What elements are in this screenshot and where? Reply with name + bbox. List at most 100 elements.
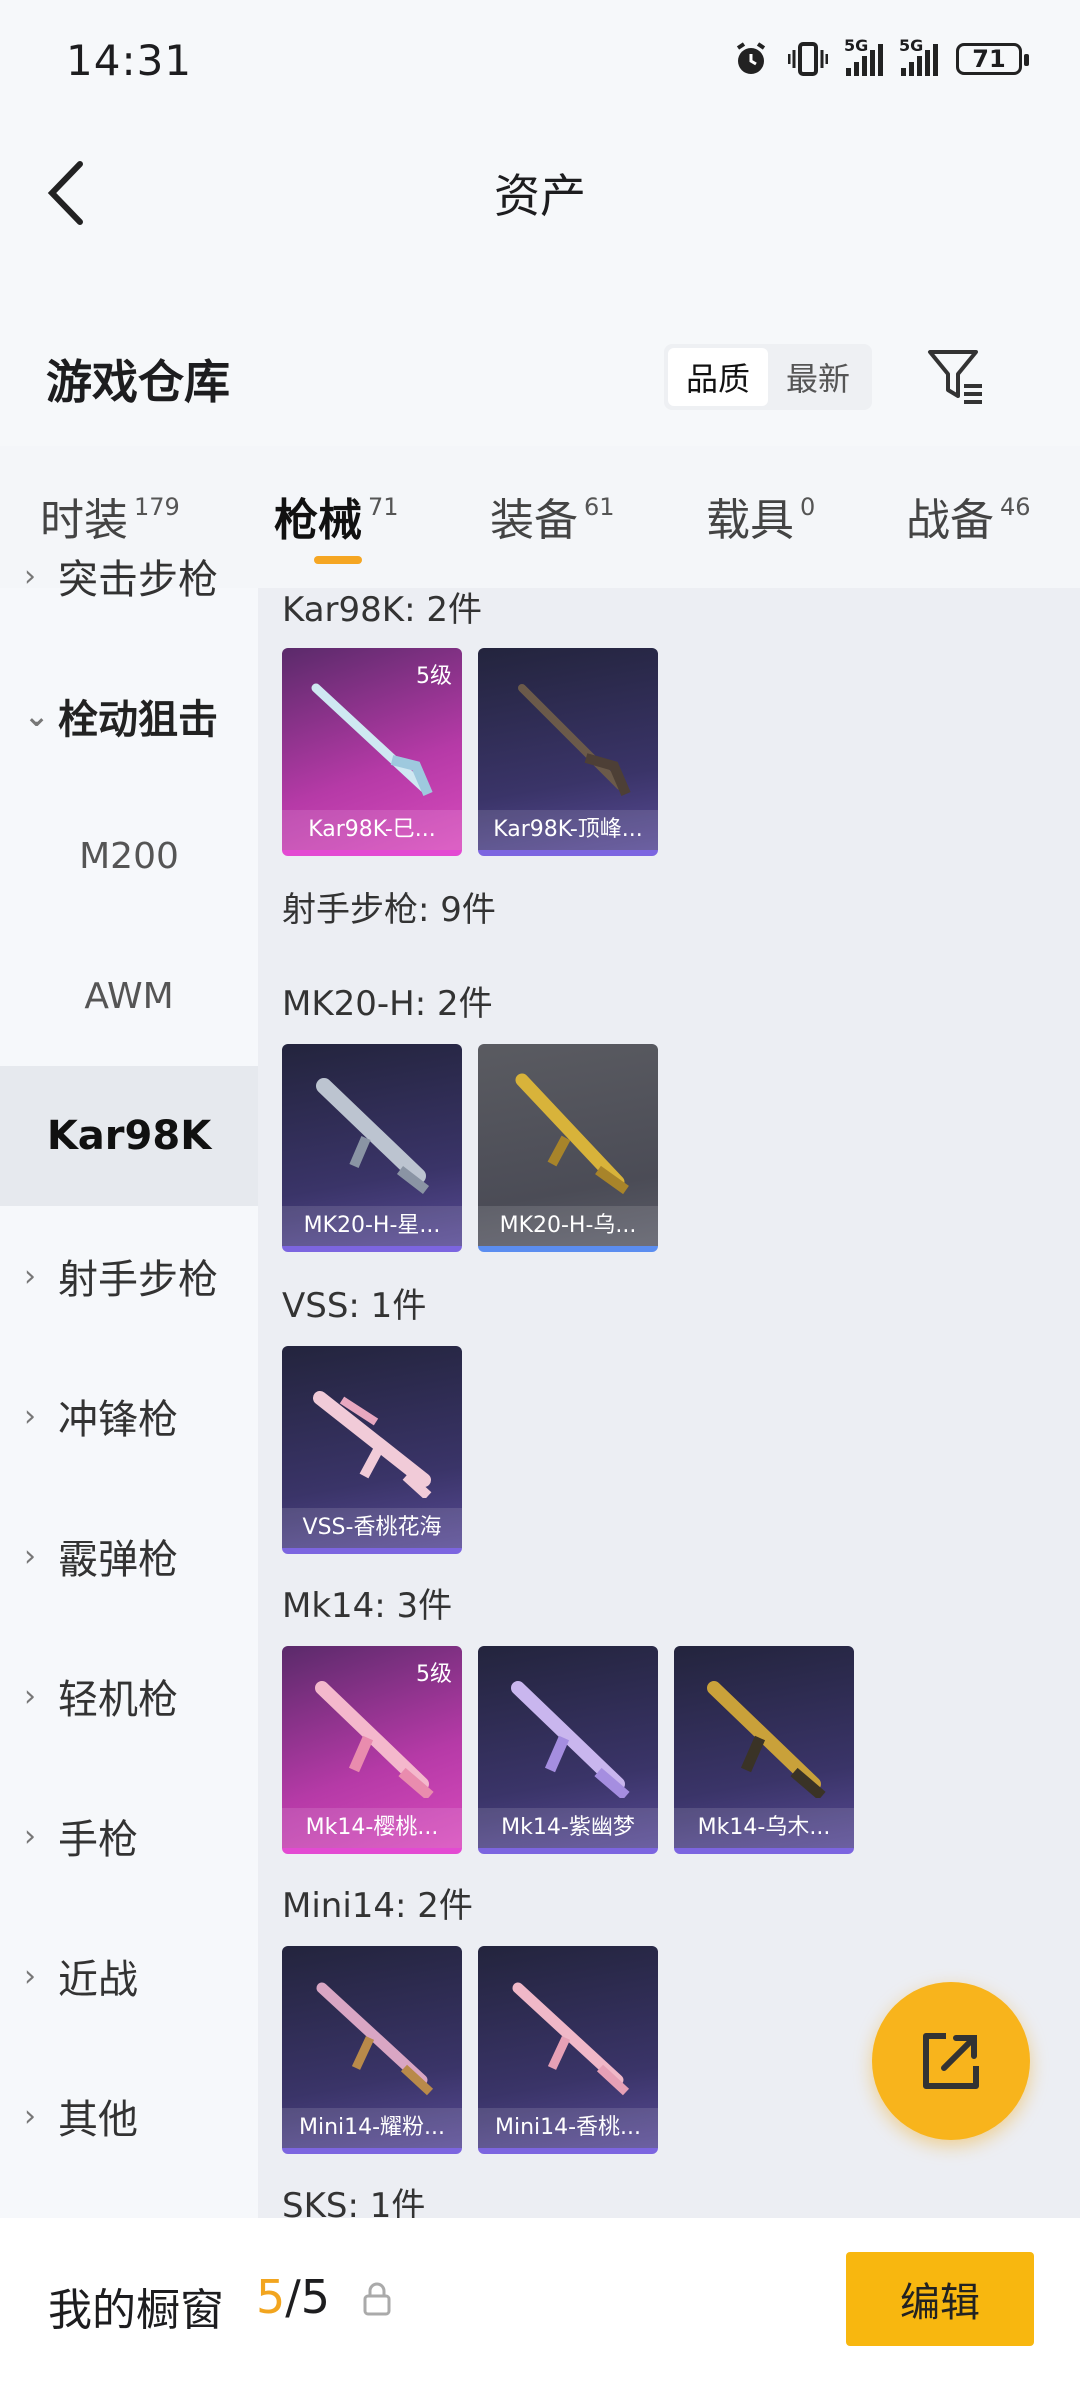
chevron-right-icon: › xyxy=(24,1538,36,1574)
sort-quality-button[interactable]: 品质 xyxy=(668,348,768,406)
tab-guns[interactable]: 枪械 71 xyxy=(274,484,399,548)
nav-item-label: 近战 xyxy=(58,1957,138,2003)
tab-vehicles[interactable]: 载具 0 xyxy=(706,484,815,548)
chevron-right-icon: › xyxy=(24,1398,36,1434)
tab-equipment[interactable]: 装备 61 xyxy=(490,484,615,548)
tab-guns-label: 枪械 xyxy=(274,495,362,546)
nav-item-label: 霰弹枪 xyxy=(58,1537,178,1583)
group-label: Mini14: 2件 xyxy=(282,1886,473,1926)
nav-item-label: 其他 xyxy=(58,2097,138,2143)
showcase-count-current: 5 xyxy=(256,2270,286,2324)
tab-vehicles-label: 载具 xyxy=(706,495,794,546)
item-card[interactable]: MK20-H-乌... xyxy=(478,1044,658,1252)
item-name: Mk14-樱桃... xyxy=(282,1808,462,1848)
filter-icon[interactable] xyxy=(926,346,986,406)
chevron-right-icon: › xyxy=(24,1958,36,1994)
item-list: Kar98K: 2件 5级 Kar98K-巳... Kar98K-顶峰... 射… xyxy=(258,588,1080,2218)
group-label: 射手步枪: 9件 xyxy=(282,890,496,930)
tab-vehicles-count: 0 xyxy=(800,493,816,521)
tab-supplies-label: 战备 xyxy=(906,495,994,546)
signal-1-icon: 5G xyxy=(844,36,883,76)
item-name: Kar98K-巳... xyxy=(282,810,462,850)
nav-item-m200[interactable]: M200 xyxy=(0,786,258,926)
tab-equipment-count: 61 xyxy=(584,493,615,521)
group-label: SKS: 1件 xyxy=(282,2186,426,2218)
nav-item-label: 轻机枪 xyxy=(58,1677,178,1723)
item-name: Mini14-香桃... xyxy=(478,2108,658,2148)
item-card[interactable]: Mini14-耀粉... xyxy=(282,1946,462,2154)
item-card[interactable]: Mini14-香桃... xyxy=(478,1946,658,2154)
rifle-icon xyxy=(515,1073,629,1195)
rifle-icon xyxy=(707,1681,826,1798)
nav-item-marksman-rifle[interactable]: › 射手步枪 xyxy=(0,1206,258,1346)
nav-item-label: 栓动狙击 xyxy=(58,697,218,743)
item-card[interactable]: MK20-H-星... xyxy=(282,1044,462,1252)
nav-item-bolt-sniper[interactable]: ⌄ 栓动狙击 xyxy=(0,646,258,786)
nav-item-assault-rifle[interactable]: › 突击步枪 xyxy=(0,506,258,646)
item-card[interactable]: Mk14-乌木... xyxy=(674,1646,854,1854)
item-card[interactable]: 5级 Kar98K-巳... xyxy=(282,648,462,856)
nav-item-shotgun[interactable]: › 霰弹枪 xyxy=(0,1486,258,1626)
chevron-right-icon: › xyxy=(24,1258,36,1294)
nav-item-awm[interactable]: AWM xyxy=(0,926,258,1066)
vibrate-icon xyxy=(788,42,828,76)
rifle-icon xyxy=(512,1982,630,2096)
item-name: MK20-H-星... xyxy=(282,1206,462,1246)
chevron-right-icon: › xyxy=(24,1818,36,1854)
rifle-icon xyxy=(316,1078,430,1194)
sort-toggle: 品质 最新 xyxy=(664,344,872,410)
nav-item-smg[interactable]: › 冲锋枪 xyxy=(0,1346,258,1486)
chevron-right-icon: › xyxy=(24,558,36,594)
nav-item-label: 突击步枪 xyxy=(58,557,218,603)
battery-icon: 71 xyxy=(956,43,1029,75)
tab-supplies[interactable]: 战备 46 xyxy=(906,484,1031,548)
item-name: Kar98K-顶峰... xyxy=(478,810,658,850)
chevron-down-icon: ⌄ xyxy=(24,698,50,734)
nav-item-other[interactable]: › 其他 xyxy=(0,2046,258,2186)
item-card[interactable]: VSS-香桃花海 xyxy=(282,1346,462,1554)
tab-guns-count: 71 xyxy=(368,493,399,521)
item-name: Mk14-紫幽梦 xyxy=(478,1808,658,1848)
item-card[interactable]: 5级 Mk14-樱桃... xyxy=(282,1646,462,1854)
active-tab-indicator xyxy=(314,556,362,564)
tab-equipment-label: 装备 xyxy=(490,495,578,546)
tab-supplies-count: 46 xyxy=(1000,493,1031,521)
nav-item-lmg[interactable]: › 轻机枪 xyxy=(0,1626,258,1766)
showcase-count: 5/5 xyxy=(256,2270,330,2324)
nav-item-pistol[interactable]: › 手枪 xyxy=(0,1766,258,1906)
nav-item-kar98k[interactable]: Kar98K xyxy=(0,1066,258,1206)
edit-button[interactable]: 编辑 xyxy=(846,2252,1034,2346)
group-label: Kar98K: 2件 xyxy=(282,590,482,630)
section-title: 游戏仓库 xyxy=(46,355,230,409)
signal-2-label: 5G xyxy=(899,36,924,55)
nav-item-melee[interactable]: › 近战 xyxy=(0,1906,258,2046)
chevron-right-icon: › xyxy=(24,1678,36,1714)
item-card[interactable]: Kar98K-顶峰... xyxy=(478,648,658,856)
weapon-category-nav: › 突击步枪 ⌄ 栓动狙击 M200 AWM Kar98K › 射手步枪 › 冲锋枪 ›… xyxy=(0,557,258,2218)
signal-2-icon: 5G xyxy=(899,36,938,76)
chevron-right-icon: › xyxy=(24,2098,36,2134)
rifle-icon xyxy=(518,684,631,796)
lock-icon xyxy=(363,2282,391,2316)
status-icons: 5G 5G 71 xyxy=(732,36,1029,78)
showcase-label: 我的橱窗 xyxy=(48,2285,224,2336)
nav-item-label: 手枪 xyxy=(58,1817,138,1863)
signal-1-label: 5G xyxy=(844,36,869,55)
share-icon xyxy=(923,2033,979,2089)
item-card[interactable]: Mk14-紫幽梦 xyxy=(478,1646,658,1854)
rifle-icon xyxy=(316,1982,434,2096)
share-button[interactable] xyxy=(872,1982,1030,2140)
page-title: 资产 xyxy=(494,169,586,223)
item-name: VSS-香桃花海 xyxy=(282,1508,462,1548)
nav-item-label: 射手步枪 xyxy=(58,1257,218,1303)
status-time: 14:31 xyxy=(66,36,193,85)
group-label: MK20-H: 2件 xyxy=(282,984,493,1024)
item-level: 5级 xyxy=(416,664,452,689)
item-name: MK20-H-乌... xyxy=(478,1206,658,1246)
rifle-icon xyxy=(511,1681,630,1798)
nav-item-label: 冲锋枪 xyxy=(58,1397,178,1443)
sort-newest-button[interactable]: 最新 xyxy=(768,348,868,406)
group-label: Mk14: 3件 xyxy=(282,1586,453,1626)
group-label: VSS: 1件 xyxy=(282,1286,427,1326)
alarm-icon xyxy=(736,42,766,74)
